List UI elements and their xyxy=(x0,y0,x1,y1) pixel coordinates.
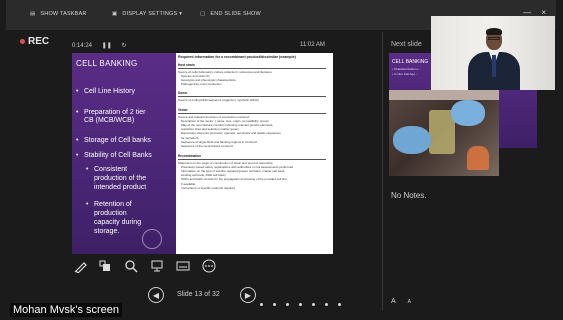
previous-slide-button[interactable]: ◀ xyxy=(148,287,164,303)
slide-left-panel: CELL BANKING • Cell Line History • Prepara… xyxy=(72,53,176,254)
sub-bullet-continuation: storage. xyxy=(94,228,120,235)
sub-bullet-continuation: capacity during xyxy=(94,219,142,226)
presenter-video xyxy=(431,16,555,90)
section-heading: Host strain xyxy=(178,63,195,67)
section-rule xyxy=(178,96,326,97)
section-line: Source of coding DNA sequence (organism,… xyxy=(178,97,259,102)
section-rule xyxy=(178,68,326,69)
taskbar-icon: ▤ xyxy=(30,11,36,17)
presentation-window: ▤ SHOW TASKBAR ▣ DISPLAY SETTINGS ▾ ▢ END S… xyxy=(0,0,563,320)
panel-divider xyxy=(382,32,383,310)
bullet-continuation: CB (MCB/WCB) xyxy=(84,117,135,124)
notes-font-controls: A A xyxy=(391,298,421,305)
section-heading: Vector xyxy=(178,108,188,113)
dot xyxy=(286,303,289,306)
section-heading: Recombination xyxy=(178,154,202,159)
more-options-icon[interactable] xyxy=(200,257,218,275)
elapsed-timer: 0:14:24 ❚❚ ↻ xyxy=(72,43,127,49)
dot xyxy=(299,303,302,306)
decorative-circle xyxy=(142,229,162,249)
section-line: Pathogenicity, toxin production xyxy=(181,82,222,87)
display-settings-button[interactable]: ▣ DISPLAY SETTINGS ▾ xyxy=(112,11,182,17)
dot xyxy=(260,303,263,306)
slide-title: CELL BANKING xyxy=(76,59,138,68)
dot xyxy=(325,303,328,306)
sub-bullet-continuation: production xyxy=(94,210,127,217)
section-heading: Donor xyxy=(178,91,188,96)
decrease-font-button[interactable]: A xyxy=(408,299,411,305)
section-rule xyxy=(178,159,326,160)
show-taskbar-button[interactable]: ▤ SHOW TASKBAR xyxy=(30,11,87,17)
restart-timer-icon[interactable]: ↻ xyxy=(121,43,126,49)
next-slide-line: • Characterization o... xyxy=(392,67,421,71)
slide-right-panel: Required information for a recombinant p… xyxy=(178,55,331,253)
dot xyxy=(338,303,341,306)
section-line: Instructions or specific methods require… xyxy=(181,185,235,190)
increase-font-button[interactable]: A xyxy=(391,298,396,305)
presenter-view-icon[interactable] xyxy=(96,257,114,275)
bullet: • Cell Line History xyxy=(76,88,135,95)
section-line: Sequence of the recombinant construct xyxy=(181,143,234,148)
subtitles-icon[interactable] xyxy=(174,257,192,275)
current-slide: CELL BANKING • Cell Line History • Prepara… xyxy=(72,53,333,254)
chevron-left-icon: ◀ xyxy=(152,290,160,300)
pen-icon[interactable] xyxy=(72,257,90,275)
slide-right-title: Required information for a recombinant p… xyxy=(178,55,296,59)
end-show-icon: ▢ xyxy=(200,11,206,17)
sub-bullet-continuation: intended product xyxy=(94,184,147,191)
next-slide-line: • In vitro Cell Age... xyxy=(392,72,418,76)
slide-dots xyxy=(260,293,351,311)
dot xyxy=(312,303,315,306)
pause-icon[interactable]: ❚❚ xyxy=(102,43,112,49)
next-slide-title: CELL BANKING xyxy=(392,59,429,65)
end-slide-show-button[interactable]: ▢ END SLIDE SHOW xyxy=(200,11,261,17)
bullet: • Stability of Cell Banks xyxy=(76,152,152,159)
screen-share-label: Mohan Mvsk's screen xyxy=(10,303,123,317)
next-slide-label: Next slide xyxy=(391,41,422,48)
lab-photo xyxy=(389,90,499,176)
section-rule xyxy=(178,113,326,114)
next-slide-button[interactable]: ▶ xyxy=(240,287,256,303)
clock: 11:02 AM xyxy=(300,42,325,48)
sub-bullet: • Consistent xyxy=(86,166,128,173)
recording-indicator: REC xyxy=(20,36,49,47)
zoom-icon[interactable] xyxy=(122,257,140,275)
screen-icon[interactable] xyxy=(148,257,166,275)
dot xyxy=(273,303,276,306)
display-settings-icon: ▣ xyxy=(112,11,118,17)
slide-counter[interactable]: Slide 13 of 32 xyxy=(177,291,220,298)
chevron-right-icon: ▶ xyxy=(244,290,252,300)
bullet: • Storage of Cell banks xyxy=(76,137,151,144)
sub-bullet: • Retention of xyxy=(86,201,132,208)
record-dot-icon xyxy=(20,38,25,44)
sub-bullet-continuation: production of the xyxy=(94,175,147,182)
speaker-notes: No Notes. xyxy=(391,191,427,200)
